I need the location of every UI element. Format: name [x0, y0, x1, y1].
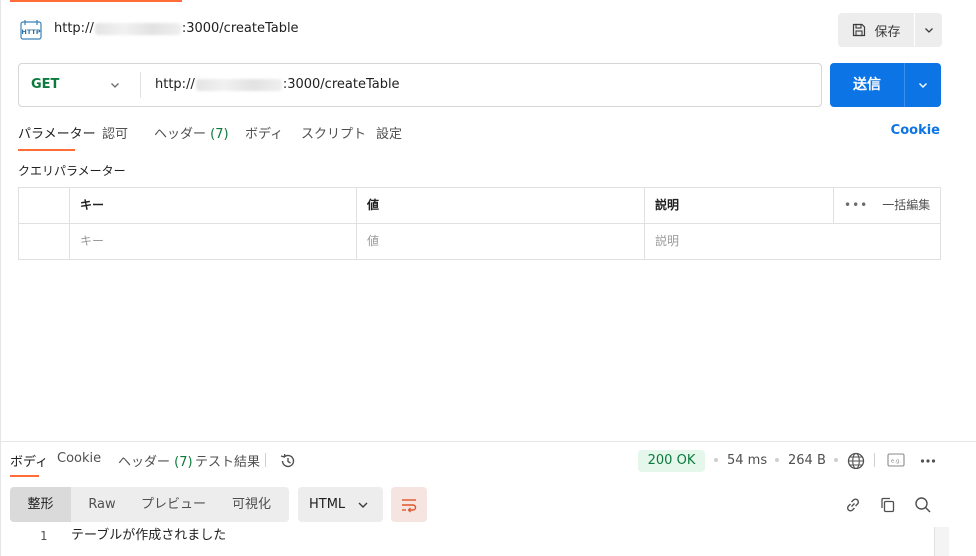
column-description: 説明	[644, 188, 833, 223]
more-icon[interactable]: •••	[844, 188, 868, 223]
format-preview[interactable]: プレビュー	[133, 487, 214, 522]
redacted-host	[94, 22, 181, 35]
separator-dot	[834, 458, 838, 462]
separator-dot	[775, 458, 779, 462]
method-select[interactable]: GET	[31, 64, 59, 106]
separator	[874, 453, 875, 467]
save-icon	[853, 23, 866, 37]
svg-text:HTTP: HTTP	[21, 28, 40, 36]
request-title-row: HTTP http:// :3000/createTable 保存	[18, 13, 942, 47]
tab-authorization[interactable]: 認可	[102, 123, 128, 151]
card-icon[interactable]: e.g.	[886, 451, 906, 469]
more-icon[interactable]	[918, 451, 938, 471]
tab-label: テスト結果	[195, 455, 261, 470]
description-input[interactable]: 説明	[644, 224, 940, 259]
format-pretty[interactable]: 整形	[10, 487, 71, 522]
left-border	[0, 0, 1, 556]
tab-label: 認可	[102, 127, 129, 142]
column-key: キー	[69, 188, 356, 223]
response-size[interactable]: 264 B	[788, 453, 826, 468]
copy-icon[interactable]	[877, 494, 899, 516]
tab-label: スクリプト	[301, 127, 367, 142]
chevron-down-icon	[919, 83, 927, 88]
language-select[interactable]: HTML	[298, 487, 383, 522]
tab-label: 設定	[376, 127, 403, 142]
format-raw[interactable]: Raw	[71, 487, 133, 522]
request-title-suffix: :3000/createTable	[181, 21, 299, 36]
url-input[interactable]: http:// :3000/createTable	[155, 64, 400, 106]
send-button[interactable]: 送信	[830, 63, 904, 107]
separator	[265, 453, 266, 467]
method-separator	[140, 72, 141, 98]
tab-label: Cookie	[57, 451, 102, 466]
scrollbar[interactable]	[935, 527, 949, 556]
bulk-edit-cell: ••• 一括編集	[833, 188, 940, 223]
tab-params[interactable]: パラメーター	[18, 123, 96, 151]
language-value: HTML	[309, 497, 346, 512]
history-icon[interactable]	[278, 451, 298, 471]
tab-label: パラメーター	[18, 127, 96, 142]
url-prefix: http://	[155, 77, 195, 92]
redacted-host	[195, 78, 282, 91]
send-options-button[interactable]	[905, 63, 941, 107]
header-count: (7)	[174, 455, 193, 470]
line-number: 1	[40, 529, 48, 543]
url-bar: GET http:// :3000/createTable	[18, 63, 822, 107]
chevron-down-icon[interactable]	[109, 79, 121, 91]
query-params-label: クエリパラメーター	[18, 164, 126, 178]
code-line: 1 テーブルが作成されました	[0, 527, 934, 547]
format-segmented-control: 整形 Raw プレビュー 可視化	[10, 487, 289, 522]
save-options-button[interactable]	[915, 13, 942, 47]
request-title[interactable]: http:// :3000/createTable	[54, 21, 299, 36]
globe-icon[interactable]	[846, 451, 866, 471]
active-tab-indicator	[10, 0, 182, 2]
request-tabs: パラメーター 認可 ヘッダー (7) ボディ スクリプト 設定 Cookie	[18, 123, 940, 151]
send-button-group: 送信	[830, 63, 941, 107]
save-label: 保存	[874, 24, 901, 40]
link-icon[interactable]	[842, 494, 864, 516]
tab-settings[interactable]: 設定	[376, 123, 402, 151]
save-button-group: 保存	[838, 13, 942, 47]
separator-dot	[714, 458, 718, 462]
save-button[interactable]: 保存	[838, 13, 914, 47]
tab-body[interactable]: ボディ	[245, 123, 283, 151]
tab-label: ヘッダー	[118, 455, 171, 470]
response-divider[interactable]	[1, 441, 976, 442]
http-icon: HTTP	[20, 20, 42, 40]
resp-tab-test-results[interactable]: テスト結果	[195, 451, 260, 477]
format-visualize[interactable]: 可視化	[214, 487, 289, 522]
bulk-edit-button[interactable]: 一括編集	[882, 198, 930, 212]
table-row: キー 値 説明	[19, 224, 940, 260]
column-value: 値	[356, 188, 644, 223]
resp-tab-cookies[interactable]: Cookie	[57, 451, 101, 477]
response-body-text: テーブルが作成されました	[71, 528, 227, 543]
url-suffix: :3000/createTable	[282, 77, 400, 92]
resp-tab-headers[interactable]: ヘッダー (7)	[118, 451, 193, 477]
tab-label: ヘッダー	[154, 127, 207, 142]
status-badge[interactable]: 200 OK	[638, 450, 705, 472]
header-count: (7)	[210, 127, 229, 142]
tab-label: ボディ	[10, 455, 49, 470]
chevron-down-icon	[358, 502, 368, 508]
tab-label: ボディ	[245, 127, 284, 142]
response-time[interactable]: 54 ms	[727, 453, 767, 468]
cookies-link[interactable]: Cookie	[891, 123, 940, 138]
chevron-down-icon	[924, 28, 933, 33]
table-header-row: キー 値 説明 ••• 一括編集	[19, 188, 940, 224]
search-icon[interactable]	[912, 494, 934, 516]
value-input[interactable]: 値	[356, 224, 644, 259]
tab-scripts[interactable]: スクリプト	[301, 123, 366, 151]
request-title-prefix: http://	[54, 21, 94, 36]
svg-text:e.g.: e.g.	[891, 459, 902, 465]
params-table: キー 値 説明 ••• 一括編集 キー 値 説明	[18, 187, 941, 260]
wrap-icon	[402, 498, 417, 512]
wrap-lines-button[interactable]	[391, 487, 427, 522]
key-input[interactable]: キー	[69, 224, 356, 259]
tab-headers[interactable]: ヘッダー (7)	[154, 123, 229, 151]
resp-tab-body[interactable]: ボディ	[10, 451, 48, 477]
